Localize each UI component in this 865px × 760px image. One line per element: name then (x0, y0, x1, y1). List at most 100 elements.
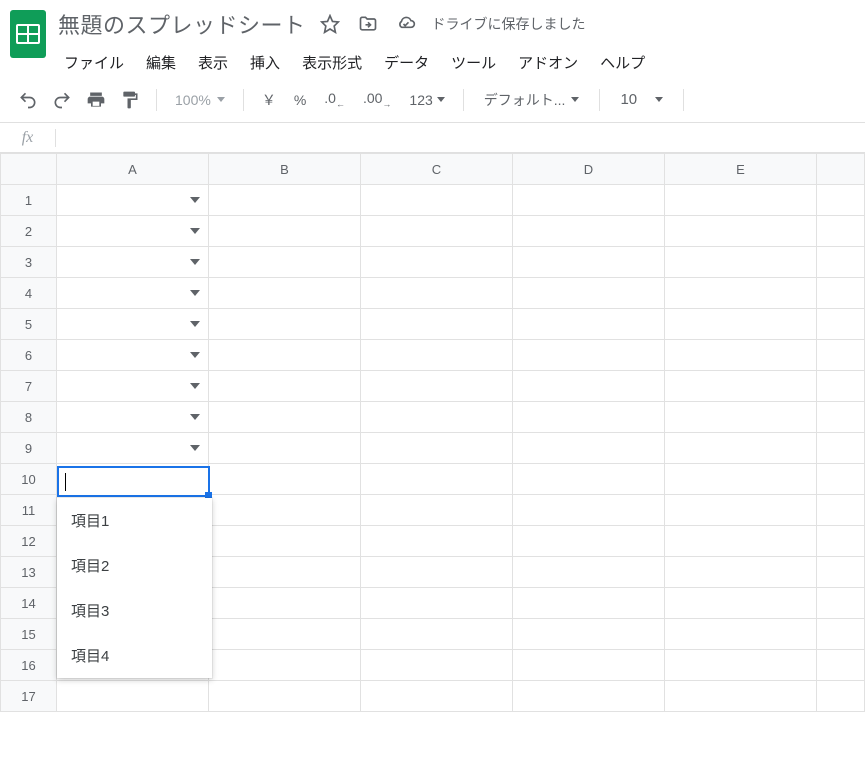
cell[interactable] (361, 185, 513, 216)
cell[interactable] (361, 650, 513, 681)
font-size-dropdown[interactable]: 10 (612, 91, 671, 108)
cell[interactable] (209, 309, 361, 340)
cell[interactable] (665, 371, 817, 402)
row-header[interactable]: 3 (1, 247, 57, 278)
cell[interactable] (361, 309, 513, 340)
cell[interactable] (57, 681, 209, 712)
redo-icon[interactable] (48, 86, 76, 114)
cell[interactable] (513, 557, 665, 588)
cell[interactable] (513, 371, 665, 402)
row-header[interactable]: 7 (1, 371, 57, 402)
cell[interactable] (513, 309, 665, 340)
cell[interactable] (817, 433, 865, 464)
row-header[interactable]: 2 (1, 216, 57, 247)
cell[interactable] (817, 619, 865, 650)
cell[interactable] (817, 185, 865, 216)
cell[interactable] (209, 557, 361, 588)
data-validation-dropdown-icon[interactable] (190, 352, 200, 358)
cell[interactable] (665, 681, 817, 712)
cell[interactable] (361, 681, 513, 712)
cell[interactable] (209, 588, 361, 619)
cell[interactable] (513, 681, 665, 712)
cell[interactable] (57, 402, 209, 433)
cell[interactable] (665, 247, 817, 278)
cell[interactable] (361, 433, 513, 464)
cell[interactable] (817, 371, 865, 402)
cell[interactable] (361, 619, 513, 650)
select-all-corner[interactable] (1, 154, 57, 185)
col-header-b[interactable]: B (209, 154, 361, 185)
cell[interactable] (361, 340, 513, 371)
cell[interactable] (817, 526, 865, 557)
more-formats-dropdown[interactable]: 123 (403, 92, 450, 108)
cell[interactable] (817, 340, 865, 371)
cell[interactable] (361, 216, 513, 247)
menu-tools[interactable]: ツール (441, 48, 506, 77)
cell[interactable] (665, 402, 817, 433)
cell[interactable] (665, 495, 817, 526)
cell[interactable] (665, 650, 817, 681)
data-validation-dropdown-icon[interactable] (190, 321, 200, 327)
sheets-logo-icon[interactable] (8, 8, 48, 60)
menu-view[interactable]: 表示 (188, 48, 238, 77)
font-family-dropdown[interactable]: デフォルト... (476, 90, 588, 110)
cell[interactable] (513, 402, 665, 433)
cell[interactable] (665, 185, 817, 216)
cell[interactable] (361, 402, 513, 433)
cell[interactable] (817, 247, 865, 278)
cell[interactable] (513, 464, 665, 495)
cell[interactable] (209, 681, 361, 712)
col-header-partial[interactable] (817, 154, 865, 185)
increase-decimal-button[interactable]: .00→ (357, 90, 397, 109)
cell[interactable] (209, 371, 361, 402)
cell[interactable] (209, 464, 361, 495)
decrease-decimal-button[interactable]: .0← (318, 90, 351, 109)
data-validation-dropdown-icon[interactable] (190, 197, 200, 203)
cell[interactable] (665, 464, 817, 495)
row-header[interactable]: 17 (1, 681, 57, 712)
cell[interactable] (513, 588, 665, 619)
menu-help[interactable]: ヘルプ (590, 48, 655, 77)
data-validation-dropdown-icon[interactable] (190, 259, 200, 265)
cell[interactable] (57, 216, 209, 247)
row-header[interactable]: 14 (1, 588, 57, 619)
cell[interactable] (513, 495, 665, 526)
cell[interactable] (57, 464, 209, 495)
cell[interactable] (209, 526, 361, 557)
cell[interactable] (665, 588, 817, 619)
dv-option[interactable]: 項目4 (57, 633, 212, 678)
cell[interactable] (665, 309, 817, 340)
dv-option[interactable]: 項目2 (57, 543, 212, 588)
print-icon[interactable] (82, 86, 110, 114)
star-icon[interactable] (316, 10, 344, 38)
cell[interactable] (209, 495, 361, 526)
cell[interactable] (817, 464, 865, 495)
row-header[interactable]: 13 (1, 557, 57, 588)
move-folder-icon[interactable] (354, 10, 382, 38)
menu-data[interactable]: データ (374, 48, 439, 77)
cell[interactable] (665, 340, 817, 371)
cell[interactable] (513, 216, 665, 247)
cell[interactable] (361, 278, 513, 309)
cell[interactable] (513, 619, 665, 650)
paint-format-icon[interactable] (116, 86, 144, 114)
cell[interactable] (817, 309, 865, 340)
data-validation-dropdown-icon[interactable] (190, 414, 200, 420)
cell[interactable] (513, 433, 665, 464)
menu-edit[interactable]: 編集 (136, 48, 186, 77)
cell[interactable] (361, 464, 513, 495)
cell[interactable] (665, 526, 817, 557)
cell[interactable] (209, 278, 361, 309)
undo-icon[interactable] (14, 86, 42, 114)
cell[interactable] (209, 402, 361, 433)
row-header[interactable]: 16 (1, 650, 57, 681)
cell[interactable] (209, 185, 361, 216)
cloud-saved-icon[interactable] (392, 10, 420, 38)
cell[interactable] (57, 371, 209, 402)
percent-button[interactable]: % (288, 92, 312, 108)
menu-format[interactable]: 表示形式 (292, 48, 372, 77)
cell[interactable] (817, 557, 865, 588)
dv-option[interactable]: 項目3 (57, 588, 212, 633)
cell[interactable] (513, 526, 665, 557)
dv-option[interactable]: 項目1 (57, 498, 212, 543)
